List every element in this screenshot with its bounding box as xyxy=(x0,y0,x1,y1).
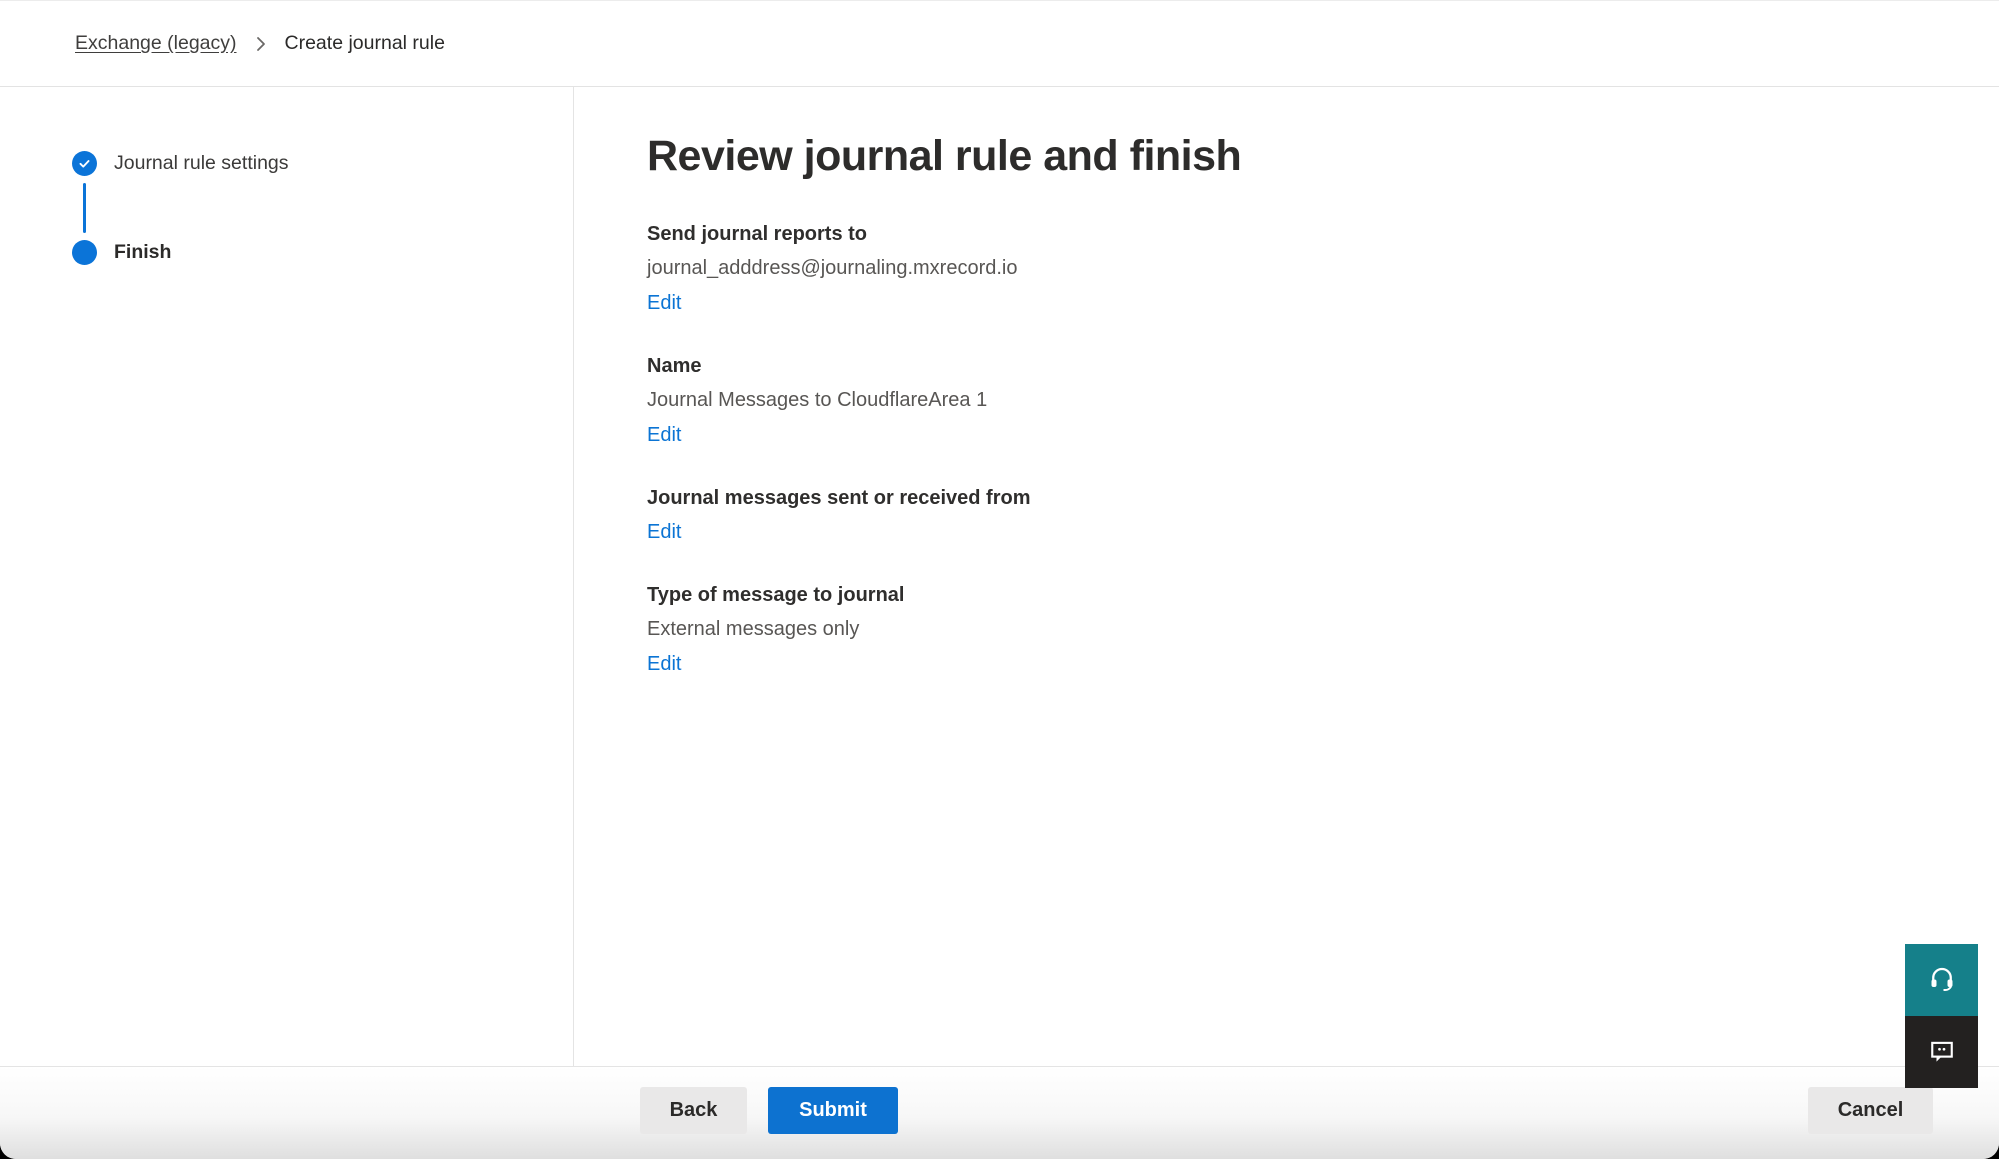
section-label: Journal messages sent or received from xyxy=(647,487,1999,510)
section-label: Send journal reports to xyxy=(647,223,1999,246)
section-value: Journal Messages to CloudflareArea 1 xyxy=(647,389,1999,412)
breadcrumb-link-exchange-legacy[interactable]: Exchange (legacy) xyxy=(75,32,237,55)
section-value: External messages only xyxy=(647,618,1999,641)
breadcrumb: Exchange (legacy) Create journal rule xyxy=(0,1,1999,87)
wizard-step-finish[interactable]: Finish xyxy=(72,240,573,265)
edit-send-journal-reports-link[interactable]: Edit xyxy=(647,292,681,315)
review-section-name: Name Journal Messages to CloudflareArea … xyxy=(647,355,1999,447)
edit-journal-messages-scope-link[interactable]: Edit xyxy=(647,521,681,544)
review-section-message-type: Type of message to journal External mess… xyxy=(647,584,1999,676)
edit-name-link[interactable]: Edit xyxy=(647,424,681,447)
cancel-button[interactable]: Cancel xyxy=(1808,1087,1933,1134)
exchange-admin-window: Exchange (legacy) Create journal rule Jo… xyxy=(0,0,1999,1159)
section-value: journal_adddress@journaling.mxrecord.io xyxy=(647,257,1999,280)
breadcrumb-current-page: Create journal rule xyxy=(285,32,445,55)
floating-side-buttons xyxy=(1905,944,1978,1088)
submit-button[interactable]: Submit xyxy=(768,1087,898,1134)
review-pane: Review journal rule and finish Send jour… xyxy=(574,87,1999,1067)
step-completed-check-icon xyxy=(72,151,97,176)
feedback-button[interactable] xyxy=(1905,1016,1978,1088)
wizard-action-bar: Back Submit Cancel xyxy=(0,1066,1999,1159)
section-label: Name xyxy=(647,355,1999,378)
wizard-step-journal-rule-settings[interactable]: Journal rule settings xyxy=(72,151,573,176)
step-label: Finish xyxy=(114,241,171,264)
step-label: Journal rule settings xyxy=(114,152,289,175)
section-label: Type of message to journal xyxy=(647,584,1999,607)
step-connector-line xyxy=(83,183,86,233)
chat-bubble-icon xyxy=(1927,1036,1957,1069)
help-support-button[interactable] xyxy=(1905,944,1978,1016)
chevron-right-icon xyxy=(254,34,268,54)
review-section-send-journal-reports-to: Send journal reports to journal_adddress… xyxy=(647,223,1999,315)
headset-icon xyxy=(1927,964,1957,997)
page-title: Review journal rule and finish xyxy=(647,131,1999,183)
wizard-steps-panel: Journal rule settings Finish xyxy=(0,87,574,1067)
edit-message-type-link[interactable]: Edit xyxy=(647,653,681,676)
review-section-journal-messages-scope: Journal messages sent or received from E… xyxy=(647,487,1999,544)
step-current-dot-icon xyxy=(72,240,97,265)
back-button[interactable]: Back xyxy=(640,1087,747,1134)
